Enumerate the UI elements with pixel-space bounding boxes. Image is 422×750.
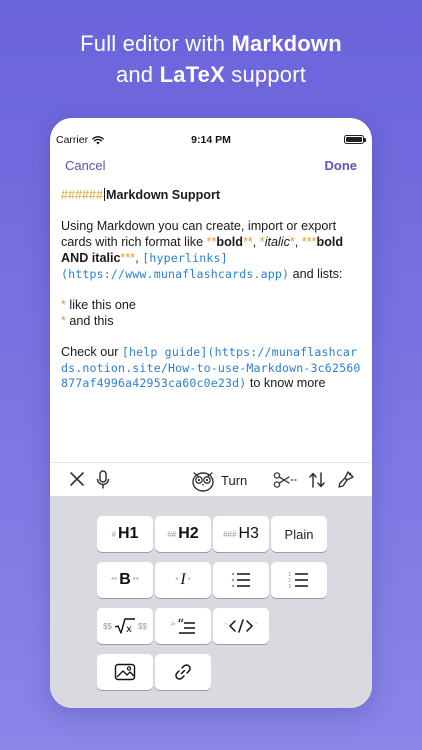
editor-heading-line: ###### Markdown Support — [61, 188, 221, 202]
close-icon[interactable] — [68, 470, 86, 491]
plain-key[interactable]: Plain — [271, 516, 327, 552]
latex-key[interactable]: $$ x $$ — [97, 608, 153, 644]
headline: Full editor with Markdown and LaTeX supp… — [0, 28, 422, 90]
bullet-list-key[interactable] — [213, 562, 269, 598]
editor-paragraph-1: Using Markdown you can create, import or… — [61, 219, 344, 281]
code-key[interactable]: ` ` — [213, 608, 269, 644]
nav-bar: Cancel Done — [50, 154, 372, 180]
battery-icon — [344, 135, 366, 144]
h1-key[interactable]: # H1 — [97, 516, 153, 552]
microphone-icon[interactable] — [96, 470, 110, 493]
link-icon — [175, 664, 191, 680]
done-button[interactable]: Done — [325, 158, 358, 173]
brush-icon[interactable] — [336, 469, 356, 492]
cancel-button[interactable]: Cancel — [65, 158, 105, 173]
turn-button[interactable]: Turn — [190, 468, 247, 492]
link-key[interactable] — [155, 654, 211, 690]
image-icon — [114, 663, 136, 681]
square-root-x-icon: x — [114, 618, 135, 635]
h3-key[interactable]: ### H3 — [213, 516, 269, 552]
h2-key[interactable]: ## H2 — [155, 516, 211, 552]
swap-icon[interactable] — [308, 471, 326, 492]
editor-toolbar: Turn — [50, 462, 372, 496]
text-cursor — [104, 188, 106, 201]
headline-line-1: Full editor with Markdown — [80, 31, 342, 56]
code-icon — [229, 619, 253, 633]
svg-text:>: > — [170, 620, 176, 628]
scissors-icon[interactable] — [273, 471, 299, 492]
phone-screen: Carrier 9:14 PM Cancel Done ###### Markdo… — [50, 118, 372, 708]
clock: 9:14 PM — [191, 134, 231, 146]
bold-key[interactable]: ** B ** — [97, 562, 153, 598]
markdown-editor[interactable]: ###### Markdown Support Using Markdown yo… — [61, 188, 364, 408]
image-key[interactable] — [97, 654, 153, 690]
quote-icon: > “ — [170, 617, 195, 634]
numbered-list-key[interactable]: 123 — [271, 562, 327, 598]
svg-text:x: x — [126, 624, 132, 635]
markdown-keyboard: # H1 ## H2 ### H3 Plain ** B ** * I * 123 $$ x … — [50, 496, 372, 708]
headline-line-2: and LaTeX support — [115, 62, 307, 87]
italic-key[interactable]: * I * — [155, 562, 211, 598]
editor-paragraph-3: Check our [help guide](https://munaflash… — [61, 344, 361, 391]
numbered-list-icon: 123 — [288, 572, 308, 589]
editor-list: * like this one * and this — [61, 297, 136, 328]
svg-text:3: 3 — [288, 584, 291, 589]
quote-key[interactable]: > “ — [155, 608, 211, 644]
bullet-list-icon — [231, 572, 250, 588]
svg-text:“: “ — [177, 617, 184, 633]
owl-icon — [192, 472, 214, 492]
